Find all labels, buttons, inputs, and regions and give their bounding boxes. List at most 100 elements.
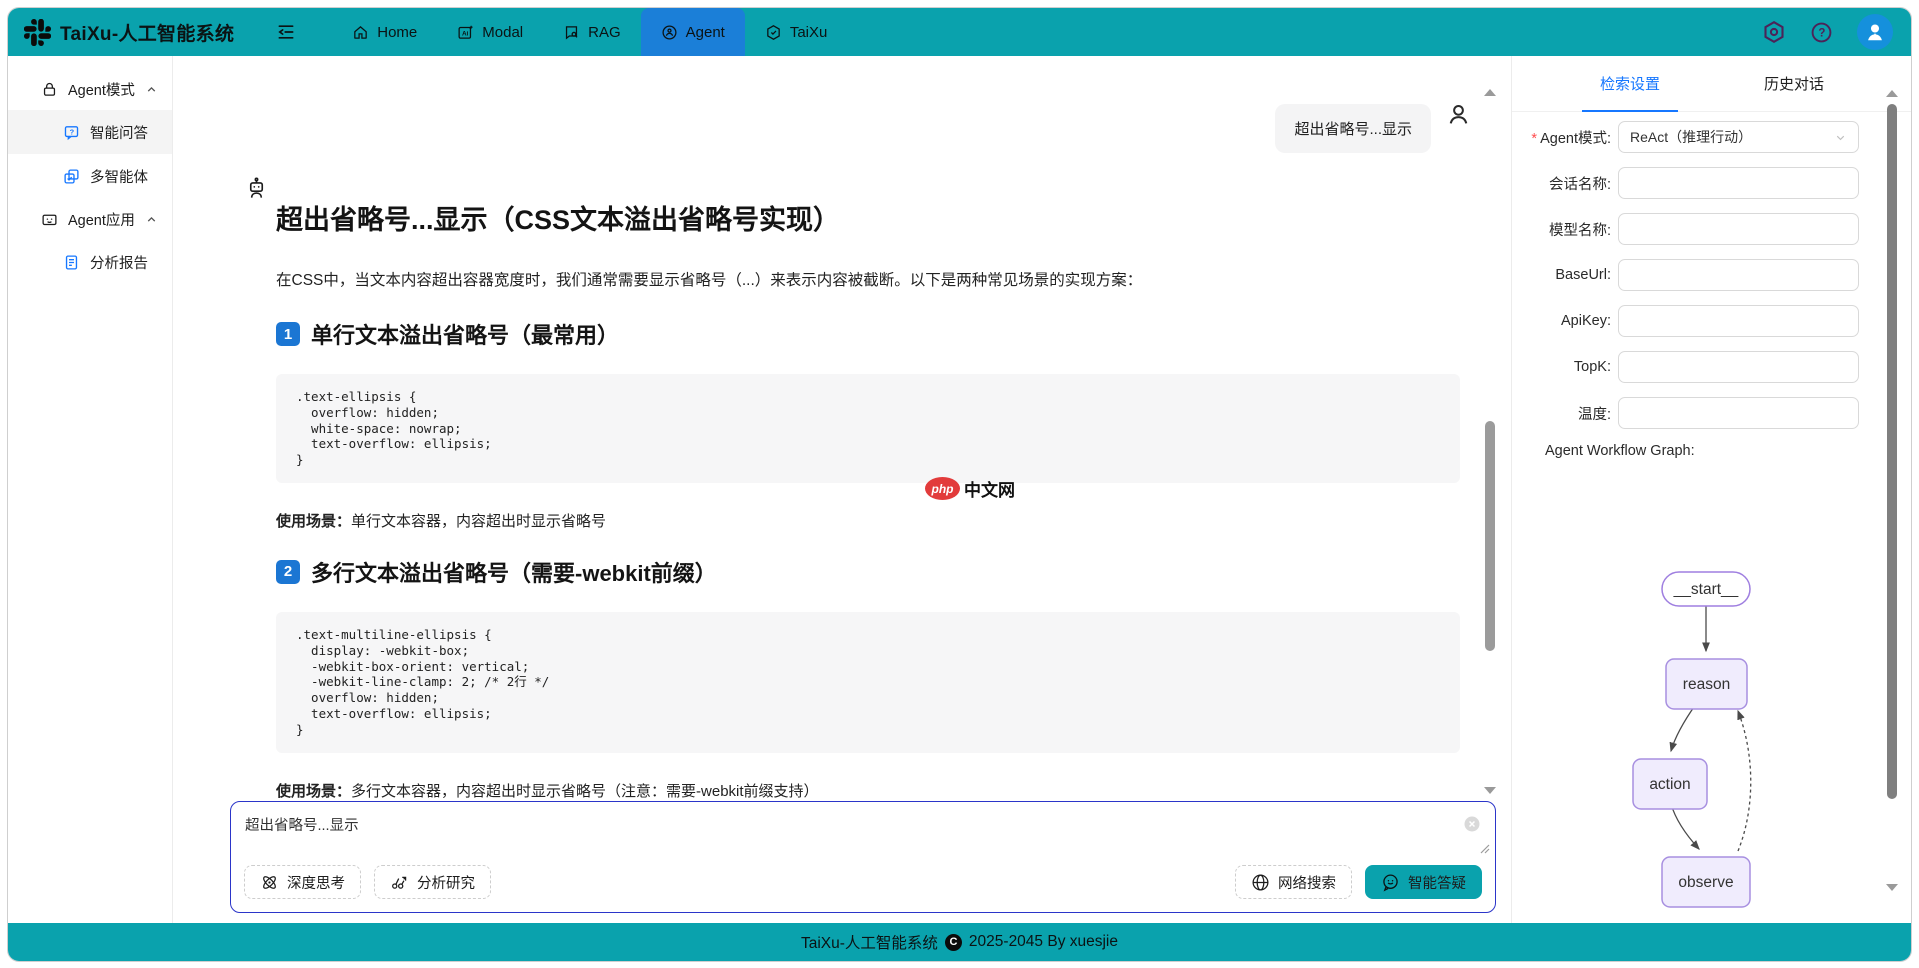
- apikey-input[interactable]: [1618, 305, 1859, 337]
- deep-think-button[interactable]: 深度思考: [244, 865, 361, 899]
- analysis-label: 分析研究: [417, 872, 475, 893]
- clear-input-icon[interactable]: [1463, 815, 1481, 833]
- user-message-avatar-icon: [1446, 102, 1471, 132]
- tab-history-dialog[interactable]: 历史对话: [1746, 56, 1842, 111]
- multi-agent-icon: [63, 168, 80, 185]
- panel-tabs: 检索设置 历史对话: [1512, 56, 1911, 112]
- composer-left-buttons: 深度思考 分析研究: [244, 865, 491, 899]
- sidebar-item-multi-agent[interactable]: 多智能体: [8, 154, 172, 198]
- usage-note-1: 使用场景：单行文本容器，内容超出时显示省略号: [276, 510, 1460, 531]
- tab-retrieval-settings[interactable]: 检索设置: [1582, 56, 1678, 111]
- nav-menu: Home Ai Modal RAG: [332, 8, 847, 56]
- navbar-right: ?: [1762, 14, 1893, 50]
- edge-action-observe: [1671, 804, 1699, 849]
- chat-scroll-up-arrow[interactable]: [1484, 89, 1496, 96]
- sidebar-group-label: Agent应用: [68, 209, 145, 230]
- modal-ai-icon: Ai: [457, 24, 474, 41]
- workflow-graph-label: Agent Workflow Graph:: [1545, 443, 1911, 459]
- form-row-model-name: 模型名称:: [1512, 213, 1859, 245]
- caret-up-icon: [145, 83, 158, 96]
- sidebar-group-label: Agent模式: [68, 79, 145, 100]
- agent-mode-select[interactable]: ReAct（推理行动）: [1618, 121, 1859, 153]
- sidebar-group-agent-app[interactable]: Agent应用: [8, 198, 172, 240]
- qa-bubble-icon: ?: [63, 124, 80, 141]
- smart-qa-button[interactable]: 智能答疑: [1365, 865, 1482, 899]
- panel-scroll-up-arrow[interactable]: [1886, 90, 1898, 97]
- nav-item-taixu[interactable]: TaiXu: [745, 8, 848, 56]
- topk-label: TopK:: [1512, 359, 1618, 375]
- nav-item-label: TaiXu: [790, 24, 828, 41]
- article-intro: 在CSS中，当文本内容超出容器宽度时，我们通常需要显示省略号（...）来表示内容…: [276, 269, 1460, 293]
- settings-icon[interactable]: [1762, 20, 1786, 44]
- section-2-badge: 2: [276, 560, 300, 584]
- nav-item-label: Home: [377, 24, 417, 41]
- help-icon[interactable]: ?: [1810, 21, 1833, 44]
- nav-item-rag[interactable]: RAG: [543, 8, 641, 56]
- topk-input[interactable]: [1618, 351, 1859, 383]
- panel-scroll-down-arrow[interactable]: [1886, 884, 1898, 891]
- app-title: TaiXu-人工智能系统: [60, 19, 234, 46]
- form-row-temperature: 温度:: [1512, 397, 1859, 429]
- person-icon: [1864, 21, 1886, 43]
- usage-text: 多行文本容器，内容超出时显示省略号（注意：需要-webkit前缀支持）: [351, 783, 819, 800]
- panel-scrollbar-thumb[interactable]: [1887, 104, 1897, 799]
- node-reason-label: reason: [1683, 676, 1730, 693]
- baseurl-label: BaseUrl:: [1512, 267, 1618, 283]
- copyright-icon: C: [945, 934, 962, 951]
- node-action-label: action: [1649, 776, 1690, 793]
- lock-icon: [41, 81, 58, 98]
- baseurl-input[interactable]: [1618, 259, 1859, 291]
- sidebar-item-label: 智能问答: [90, 122, 148, 143]
- form-row-agent-mode: *Agent模式: ReAct（推理行动）: [1512, 121, 1859, 153]
- agent-icon: [661, 24, 678, 41]
- assistant-avatar-robot-icon: [245, 177, 268, 205]
- section-2-heading-text: 多行文本溢出省略号（需要-webkit前缀）: [311, 556, 717, 588]
- form-row-apikey: ApiKey:: [1512, 305, 1859, 337]
- chat-scrollbar-thumb[interactable]: [1485, 421, 1495, 651]
- app-logo-icon: [24, 19, 51, 46]
- atom-icon: [260, 873, 279, 892]
- sidebar-item-label: 多智能体: [90, 166, 148, 187]
- smart-qa-label: 智能答疑: [1408, 872, 1466, 893]
- chat-smile-icon: [1381, 873, 1400, 892]
- node-start-label: __start__: [1673, 581, 1739, 598]
- required-mark: *: [1531, 131, 1537, 147]
- rag-icon: [563, 24, 580, 41]
- molecule-icon: [390, 873, 409, 892]
- caret-up-icon: [145, 213, 158, 226]
- section-1-badge: 1: [276, 322, 300, 346]
- chat-scroll-down-arrow[interactable]: [1484, 787, 1496, 794]
- nav-item-agent[interactable]: Agent: [641, 8, 745, 56]
- form-row-topk: TopK:: [1512, 351, 1859, 383]
- analysis-button[interactable]: 分析研究: [374, 865, 491, 899]
- model-name-input[interactable]: [1618, 213, 1859, 245]
- sidebar-group-agent-mode[interactable]: Agent模式: [8, 68, 172, 110]
- chat-area: 超出省略号...显示 超出省略号...显示（CSS文本溢出省略: [173, 56, 1511, 923]
- nav-item-home[interactable]: Home: [332, 8, 437, 56]
- temperature-input[interactable]: [1618, 397, 1859, 429]
- top-navbar: TaiXu-人工智能系统 Home Ai: [8, 8, 1911, 56]
- web-search-button[interactable]: 网络搜索: [1235, 865, 1352, 899]
- section-1-heading: 1 单行文本溢出省略号（最常用）: [276, 318, 1460, 350]
- textarea-resize-handle[interactable]: [1480, 844, 1490, 854]
- chevron-down-icon: [1834, 131, 1847, 144]
- sidebar-item-smart-qa[interactable]: ? 智能问答: [8, 110, 172, 154]
- php-cn-watermark: php 中文网: [925, 476, 1015, 501]
- composer-right-buttons: 网络搜索 智能答疑: [1235, 865, 1482, 899]
- usage-text: 单行文本容器，内容超出时显示省略号: [351, 513, 606, 530]
- node-observe-label: observe: [1678, 874, 1733, 891]
- menu-unfold-icon[interactable]: [276, 22, 296, 42]
- section-2-heading: 2 多行文本溢出省略号（需要-webkit前缀）: [276, 556, 1460, 588]
- agent-mode-label: *Agent模式:: [1512, 127, 1618, 148]
- edge-reason-action: [1671, 704, 1696, 751]
- home-icon: [352, 24, 369, 41]
- user-avatar[interactable]: [1857, 14, 1893, 50]
- footer-app-name: TaiXu-人工智能系统: [801, 931, 938, 953]
- user-message-bubble: 超出省略号...显示: [1275, 104, 1431, 153]
- sidebar-item-report[interactable]: 分析报告: [8, 240, 172, 284]
- nav-item-label: Agent: [686, 24, 725, 41]
- session-name-input[interactable]: [1618, 167, 1859, 199]
- message-input[interactable]: 超出省略号...显示: [231, 802, 1495, 854]
- nav-item-modal[interactable]: Ai Modal: [437, 8, 543, 56]
- usage-label: 使用场景：: [276, 783, 351, 800]
